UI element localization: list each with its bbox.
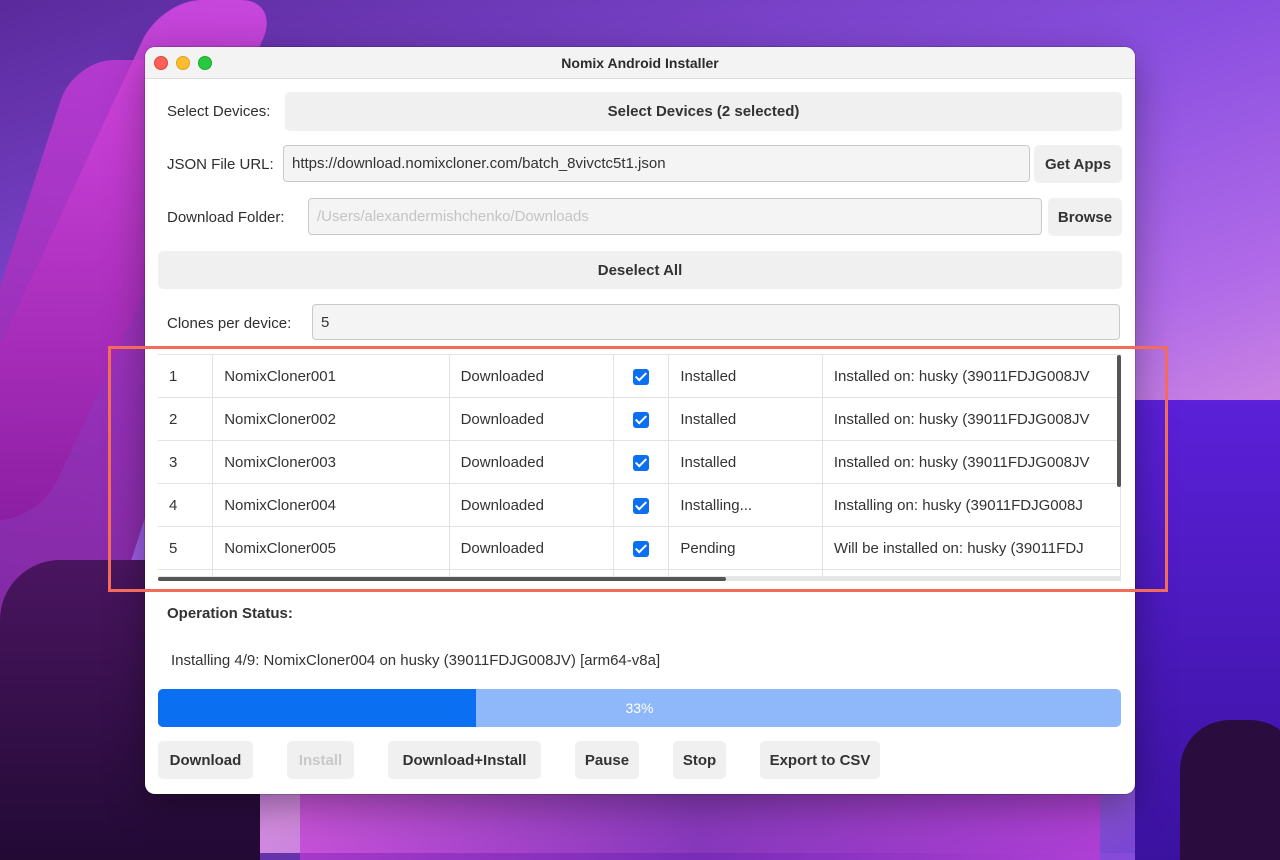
json-url-row: JSON File URL: <box>167 145 274 183</box>
json-url-label: JSON File URL: <box>167 155 274 173</box>
wallpaper-shape <box>300 790 1100 860</box>
download-install-button[interactable]: Download+Install <box>388 741 541 779</box>
wallpaper-shape <box>1180 720 1280 860</box>
operation-status-message: Installing 4/9: NomixCloner004 on husky … <box>171 652 661 669</box>
app-name: NomixCloner004 <box>212 483 450 527</box>
download-status: Downloaded <box>449 440 615 484</box>
download-folder-label: Download Folder: <box>167 208 285 226</box>
download-status: Downloaded <box>449 526 615 570</box>
row-number: 4 <box>158 483 214 527</box>
table-row[interactable]: 2 NomixCloner002 Downloaded Installed In… <box>158 397 1121 441</box>
window-controls <box>154 56 212 70</box>
download-status: Downloaded <box>449 397 615 441</box>
download-folder-input[interactable] <box>308 198 1042 235</box>
row-number: 5 <box>158 526 214 570</box>
title-bar: Nomix Android Installer <box>145 47 1135 79</box>
download-folder-row: Download Folder: <box>167 198 285 236</box>
install-button[interactable]: Install <box>287 741 354 779</box>
install-status: Installed <box>668 440 823 484</box>
clones-row: Clones per device: <box>167 304 291 342</box>
stop-button[interactable]: Stop <box>673 741 726 779</box>
devices-row: Select Devices: <box>167 92 270 130</box>
install-status: Installed <box>668 397 823 441</box>
minimize-window-button[interactable] <box>176 56 190 70</box>
table-row[interactable]: 5 NomixCloner005 Downloaded Pending Will… <box>158 526 1121 570</box>
row-checkbox[interactable] <box>633 497 650 514</box>
install-status: Pending <box>668 526 823 570</box>
row-number: 2 <box>158 397 214 441</box>
clones-input[interactable] <box>312 304 1120 340</box>
select-devices-label: Select Devices: <box>167 102 271 120</box>
row-checkbox[interactable] <box>633 454 650 471</box>
horizontal-scrollbar[interactable] <box>158 577 726 581</box>
download-button[interactable]: Download <box>158 741 253 779</box>
get-apps-button[interactable]: Get Apps <box>1034 145 1122 183</box>
table-row[interactable]: 3 NomixCloner003 Downloaded Installed In… <box>158 440 1121 484</box>
table-row[interactable]: 1 NomixCloner001 Downloaded Installed In… <box>158 355 1121 398</box>
install-detail: Will be installed on: husky (39011FDJ <box>822 526 1121 570</box>
table-row[interactable]: 4 NomixCloner004 Downloaded Installing..… <box>158 483 1121 527</box>
app-window: Nomix Android Installer Select Devices: … <box>145 47 1135 794</box>
row-checkbox[interactable] <box>633 368 650 385</box>
browse-button[interactable]: Browse <box>1048 198 1122 236</box>
row-number: 3 <box>158 440 214 484</box>
app-name: NomixCloner005 <box>212 526 450 570</box>
vertical-scrollbar[interactable] <box>1117 355 1121 487</box>
export-csv-button[interactable]: Export to CSV <box>760 741 880 779</box>
apps-table[interactable]: 1 NomixCloner001 Downloaded Installed In… <box>158 354 1121 581</box>
app-name: NomixCloner003 <box>212 440 450 484</box>
app-name: NomixCloner002 <box>212 397 450 441</box>
close-window-button[interactable] <box>154 56 168 70</box>
download-status: Downloaded <box>449 483 615 527</box>
row-checkbox[interactable] <box>633 411 650 428</box>
install-status: Installing... <box>668 483 823 527</box>
row-checkbox[interactable] <box>633 540 650 557</box>
deselect-all-button[interactable]: Deselect All <box>158 251 1122 289</box>
install-detail: Installed on: husky (39011FDJG008JV <box>822 397 1121 441</box>
progress-bar: 33% <box>158 689 1121 727</box>
progress-label: 33% <box>625 700 654 716</box>
action-bar: Download Install Download+Install Pause … <box>145 741 1135 779</box>
install-detail: Installing on: husky (39011FDJG008J <box>822 483 1121 527</box>
install-detail: Installed on: husky (39011FDJG008JV <box>822 440 1121 484</box>
horizontal-scroll-track <box>158 576 1121 581</box>
app-name: NomixCloner001 <box>212 355 450 398</box>
row-number: 1 <box>158 355 214 398</box>
install-detail: Installed on: husky (39011FDJG008JV <box>822 355 1121 398</box>
download-status: Downloaded <box>449 355 615 398</box>
pause-button[interactable]: Pause <box>575 741 639 779</box>
json-url-input[interactable] <box>283 145 1030 182</box>
window-title: Nomix Android Installer <box>561 54 719 71</box>
select-devices-button[interactable]: Select Devices (2 selected) <box>285 92 1122 131</box>
maximize-window-button[interactable] <box>198 56 212 70</box>
clones-label: Clones per device: <box>167 314 292 332</box>
operation-status-title: Operation Status: <box>167 605 293 622</box>
install-status: Installed <box>668 355 823 398</box>
